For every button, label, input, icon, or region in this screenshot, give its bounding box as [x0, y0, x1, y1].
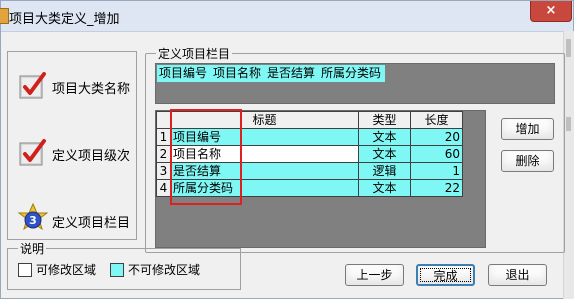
cell-type: 文本 [358, 179, 411, 197]
cell-type: 文本 [358, 145, 411, 163]
column-preview: 项目编号 项目名称 是否结算 所属分类码 [155, 63, 555, 104]
title-bar: 项目大类定义_增加 × [0, 1, 573, 32]
cell-length: 20 [410, 128, 463, 146]
row-number: 1 [156, 128, 171, 146]
step-3-icon: 3 [17, 202, 49, 231]
checkmark-icon [19, 139, 46, 166]
add-button[interactable]: 增加 [501, 118, 554, 140]
highlight-box [170, 109, 242, 205]
preview-column: 项目名称 [213, 66, 262, 80]
checkmark-icon [19, 72, 46, 99]
editable-label: 可修改区域 [36, 263, 97, 277]
non-editable-swatch [110, 263, 124, 277]
delete-button[interactable]: 删除 [501, 150, 554, 172]
step-label: 定义项目栏目 [52, 216, 131, 231]
row-number: 2 [156, 145, 171, 163]
group-title: 定义项目栏目 [156, 45, 233, 62]
app-icon [0, 8, 9, 24]
legend-title: 说明 [18, 240, 47, 257]
preview-column: 是否结算 [267, 66, 316, 80]
close-button[interactable]: × [530, 1, 572, 22]
preview-column: 项目编号 [159, 66, 208, 80]
step-label: 项目大类名称 [52, 82, 131, 97]
finish-button[interactable]: 完成 [416, 264, 475, 286]
window-title: 项目大类定义_增加 [9, 12, 120, 27]
exit-button[interactable]: 退出 [488, 264, 547, 286]
row-number-header [156, 111, 171, 129]
step-label: 定义项目级次 [52, 149, 131, 164]
row-number: 4 [156, 179, 171, 197]
preview-strip: 项目编号 项目名称 是否结算 所属分类码 [157, 65, 386, 82]
non-editable-label: 不可修改区域 [128, 263, 201, 277]
prev-button[interactable]: 上一步 [345, 264, 404, 286]
dialog-window: 项目大类定义_增加 × 项目大类名称 定义项目级次 3 定义项目栏目 定义项目栏… [0, 0, 574, 299]
finish-button-label: 完成 [420, 268, 471, 283]
row-number: 3 [156, 162, 171, 180]
cell-type: 逻辑 [358, 162, 411, 180]
legend-group: 说明 可修改区域 不可修改区域 [7, 240, 241, 290]
header-length: 长度 [410, 111, 463, 129]
cell-length: 60 [410, 145, 463, 163]
svg-text:3: 3 [29, 214, 37, 227]
header-type: 类型 [358, 111, 411, 129]
cell-type: 文本 [358, 128, 411, 146]
step-panel: 项目大类名称 定义项目级次 3 定义项目栏目 [7, 51, 137, 240]
editable-swatch [18, 263, 32, 277]
cell-length: 22 [410, 179, 463, 197]
cell-length: 1 [410, 162, 463, 180]
preview-column: 所属分类码 [321, 66, 382, 80]
